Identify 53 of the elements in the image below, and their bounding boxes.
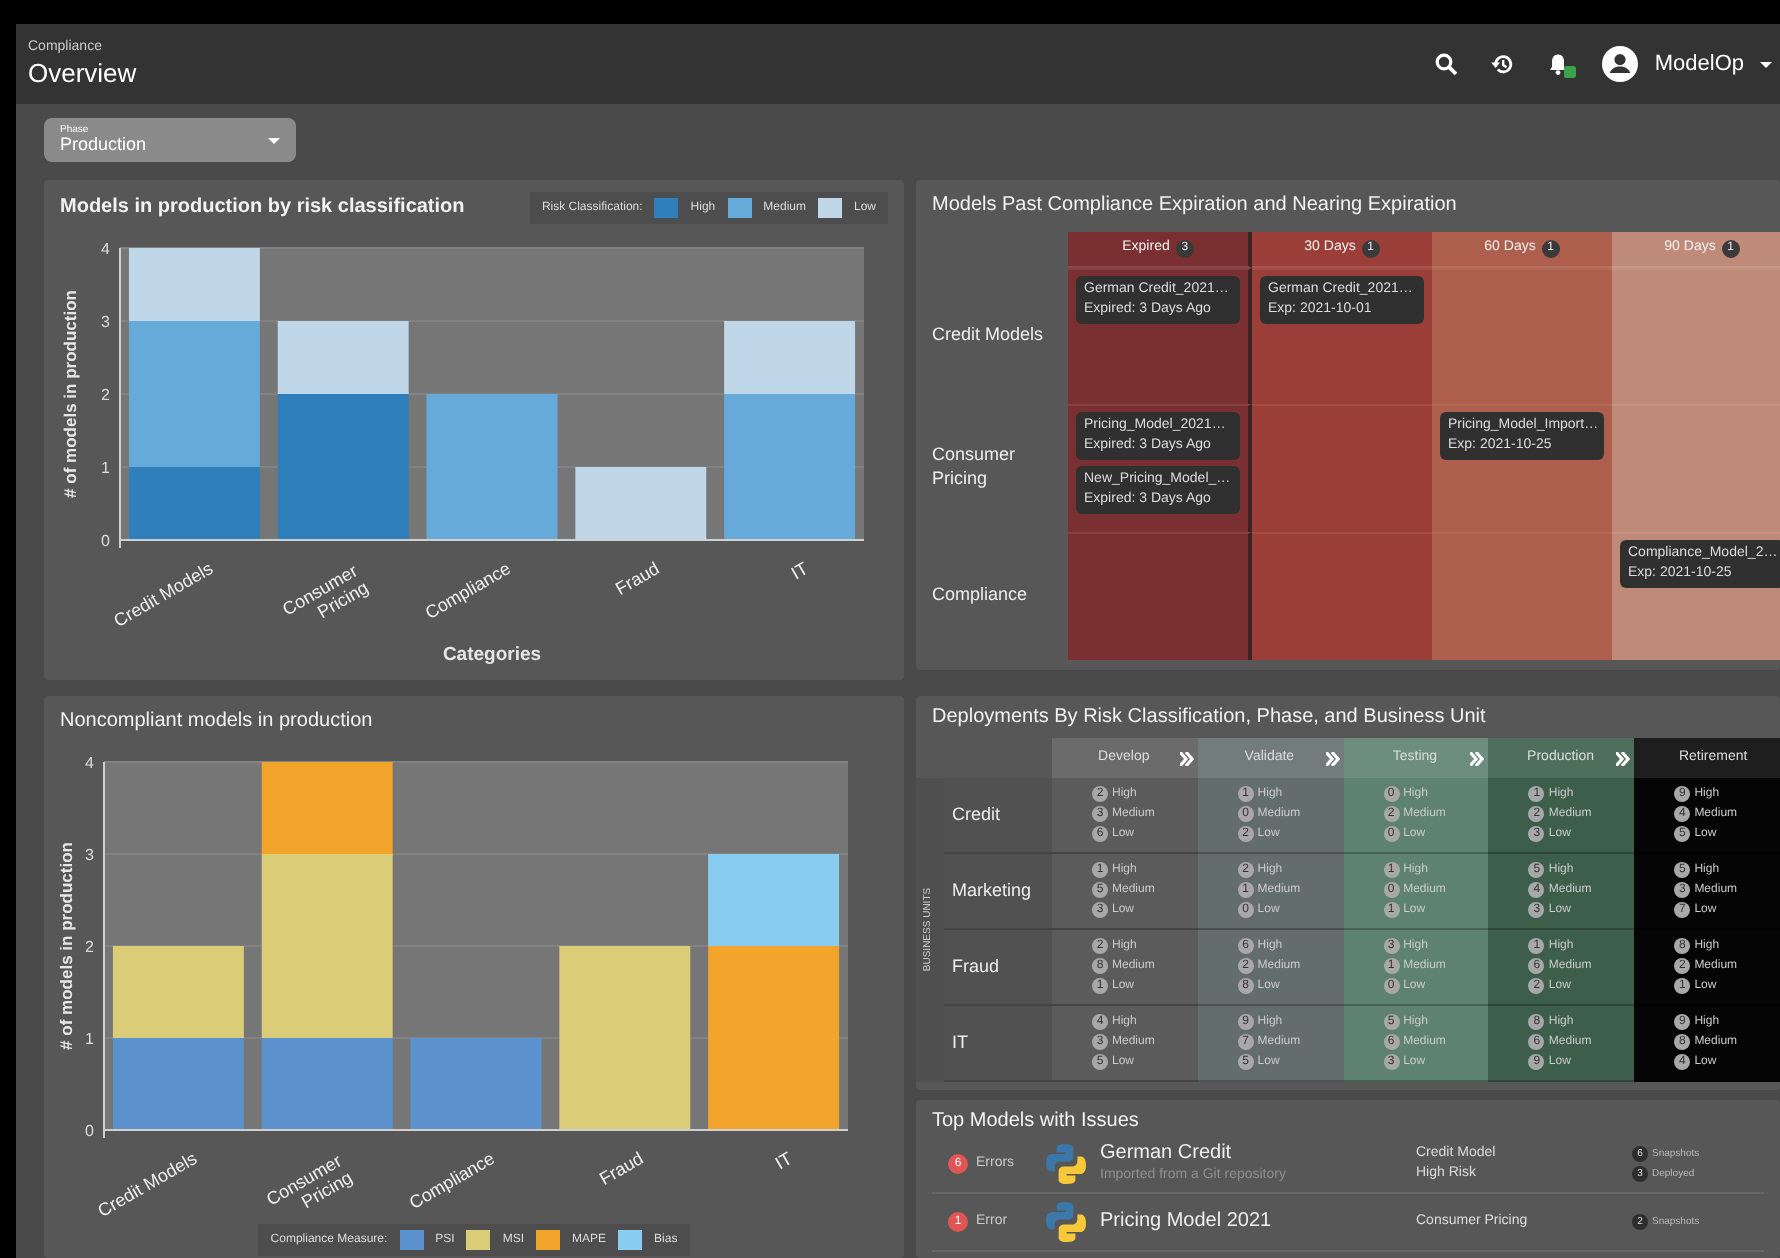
search-icon[interactable] bbox=[1434, 52, 1459, 76]
tick-label: 0 bbox=[101, 532, 110, 550]
tick-label: 1 bbox=[85, 1030, 94, 1048]
panel-title: Deployments By Risk Classification, Phase, and Business Unit bbox=[930, 704, 1488, 732]
tick-label: 3 bbox=[85, 846, 94, 864]
axis-title: # of models in production bbox=[60, 842, 76, 1050]
page-title: Overview bbox=[28, 59, 137, 89]
tick-label: 2 bbox=[101, 386, 110, 404]
legend-swatch bbox=[466, 1230, 491, 1250]
legend-swatch bbox=[399, 1230, 424, 1250]
chevron-icon bbox=[1325, 751, 1340, 765]
category-label: IT bbox=[787, 558, 812, 584]
model-name[interactable]: German Credit bbox=[1100, 1142, 1416, 1166]
history-icon[interactable] bbox=[1490, 52, 1515, 76]
row-label: Consumer Pricing bbox=[932, 444, 1018, 492]
legend-swatch bbox=[618, 1230, 643, 1250]
caret-icon bbox=[268, 137, 280, 143]
unit-label: Fraud bbox=[952, 953, 1000, 980]
tick-label: 0 bbox=[85, 1122, 94, 1140]
axis-title: Categories bbox=[442, 644, 542, 666]
chevron-icon bbox=[1470, 751, 1485, 765]
legend-swatch bbox=[817, 198, 842, 218]
user-name[interactable]: ModelOp bbox=[1654, 47, 1744, 81]
tick-label: 4 bbox=[101, 240, 110, 258]
panel-title: Top Models with Issues bbox=[932, 1108, 1141, 1136]
tick-label: 1 bbox=[101, 459, 110, 477]
row-label: Compliance bbox=[932, 584, 1030, 608]
bar bbox=[410, 1038, 542, 1130]
legend-swatch bbox=[654, 198, 679, 218]
unit-label: Credit bbox=[952, 801, 1001, 828]
bar bbox=[575, 467, 707, 540]
panel-title: Models Past Compliance Expiration and Nearing Expiration bbox=[932, 192, 1459, 220]
unit-label: IT bbox=[952, 1029, 968, 1056]
bar bbox=[112, 1038, 244, 1130]
panel-title: Models in production by risk classification bbox=[60, 194, 465, 222]
unit-label: Marketing bbox=[952, 877, 1032, 904]
python-logo-icon bbox=[1044, 1142, 1088, 1186]
tick-label: 2 bbox=[85, 938, 94, 956]
python-logo-icon bbox=[1044, 1200, 1088, 1244]
model-name[interactable]: Pricing Model 2021 bbox=[1100, 1210, 1416, 1234]
bar bbox=[112, 946, 244, 1038]
category-label: IT bbox=[771, 1148, 796, 1174]
avatar-icon[interactable] bbox=[1602, 46, 1639, 82]
caret-icon[interactable] bbox=[1760, 61, 1772, 67]
legend-swatch bbox=[727, 198, 752, 218]
chevron-icon bbox=[1616, 751, 1631, 765]
row-label: Credit Models bbox=[932, 324, 1046, 348]
panel-title: Noncompliant models in production bbox=[60, 708, 375, 736]
legend-swatch bbox=[536, 1230, 560, 1250]
tick-label: 3 bbox=[101, 313, 110, 331]
tick-label: 4 bbox=[85, 754, 94, 772]
chevron-icon bbox=[1179, 751, 1194, 765]
axis-title: # of models in production bbox=[60, 290, 80, 498]
